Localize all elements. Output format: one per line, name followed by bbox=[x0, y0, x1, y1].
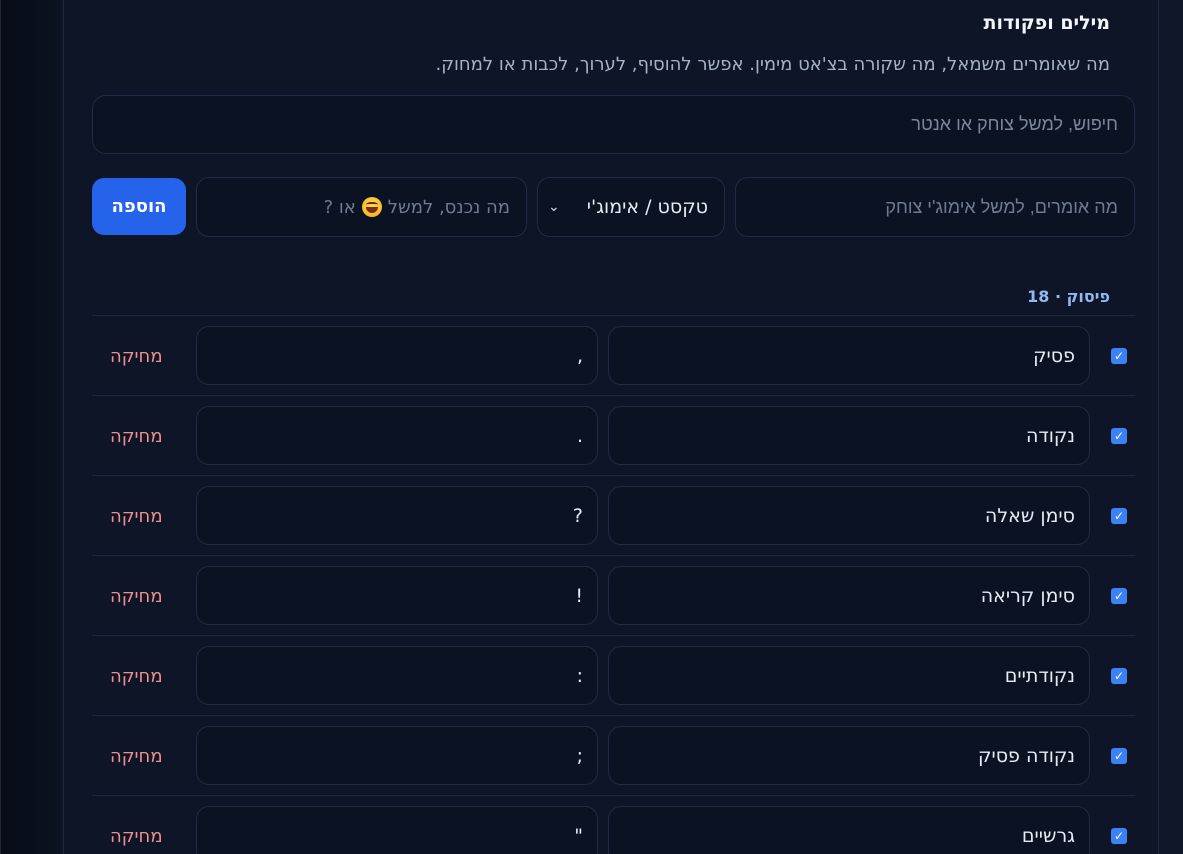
type-select-value: טקסט / אימוג'י bbox=[586, 196, 708, 218]
table-row: ✓ סימן קריאה ! מחיקה bbox=[92, 556, 1135, 636]
entry-value-input[interactable]: . bbox=[196, 406, 598, 465]
laughing-emoji-icon bbox=[361, 197, 382, 217]
right-gutter bbox=[1159, 0, 1183, 854]
section-description: מה שאומרים משמאל, מה שקורה בצ'אט מימין. … bbox=[435, 54, 1111, 75]
add-button[interactable]: הוספה bbox=[92, 178, 186, 235]
entry-name-input[interactable]: נקודה bbox=[608, 406, 1090, 465]
enabled-checkbox[interactable]: ✓ bbox=[1111, 348, 1127, 364]
table-row: ✓ נקודתיים : מחיקה bbox=[92, 636, 1135, 716]
delete-button[interactable]: מחיקה bbox=[110, 426, 163, 447]
words-commands-card: מילים ופקודות מה שאומרים משמאל, מה שקורה… bbox=[63, 0, 1159, 854]
add-entry-form: טקסט / אימוג'י ⌄ מה נכנס, למשל או ? הוספ… bbox=[64, 177, 1160, 237]
delete-button[interactable]: מחיקה bbox=[110, 586, 163, 607]
section-title: מילים ופקודות bbox=[983, 12, 1110, 34]
group-header-punctuation: פיסוק · 18 bbox=[1027, 287, 1110, 306]
insert-input[interactable]: מה נכנס, למשל או ? bbox=[196, 177, 527, 237]
search-input[interactable] bbox=[92, 95, 1135, 154]
delete-button[interactable]: מחיקה bbox=[110, 506, 163, 527]
left-sidebar bbox=[0, 0, 62, 854]
entries-list: ✓ פסיק , מחיקה ✓ נקודה . מחיקה ✓ סימן שא… bbox=[92, 315, 1135, 854]
type-select[interactable]: טקסט / אימוג'י ⌄ bbox=[537, 177, 725, 237]
entry-name-input[interactable]: סימן קריאה bbox=[608, 566, 1090, 625]
table-row: ✓ גרשיים " מחיקה bbox=[92, 796, 1135, 854]
app-shell: מילים ופקודות מה שאומרים משמאל, מה שקורה… bbox=[0, 0, 1183, 854]
entry-value-input[interactable]: ? bbox=[196, 486, 598, 545]
enabled-checkbox[interactable]: ✓ bbox=[1111, 668, 1127, 684]
chevron-down-icon: ⌄ bbox=[548, 199, 560, 215]
entry-name-input[interactable]: נקודתיים bbox=[608, 646, 1090, 705]
entry-value-input[interactable]: ! bbox=[196, 566, 598, 625]
insert-placeholder-before: מה נכנס, למשל bbox=[387, 196, 510, 218]
entry-value-input[interactable]: : bbox=[196, 646, 598, 705]
delete-button[interactable]: מחיקה bbox=[110, 826, 163, 847]
entry-value-input[interactable]: " bbox=[196, 806, 598, 854]
table-row: ✓ נקודה פסיק ; מחיקה bbox=[92, 716, 1135, 796]
enabled-checkbox[interactable]: ✓ bbox=[1111, 428, 1127, 444]
entry-name-input[interactable]: נקודה פסיק bbox=[608, 726, 1090, 785]
table-row: ✓ סימן שאלה ? מחיקה bbox=[92, 476, 1135, 556]
enabled-checkbox[interactable]: ✓ bbox=[1111, 748, 1127, 764]
delete-button[interactable]: מחיקה bbox=[110, 666, 163, 687]
enabled-checkbox[interactable]: ✓ bbox=[1111, 828, 1127, 844]
entry-name-input[interactable]: גרשיים bbox=[608, 806, 1090, 854]
insert-placeholder-after: או ? bbox=[323, 196, 356, 218]
entry-value-input[interactable]: , bbox=[196, 326, 598, 385]
enabled-checkbox[interactable]: ✓ bbox=[1111, 588, 1127, 604]
entry-value-input[interactable]: ; bbox=[196, 726, 598, 785]
enabled-checkbox[interactable]: ✓ bbox=[1111, 508, 1127, 524]
delete-button[interactable]: מחיקה bbox=[110, 346, 163, 367]
entry-name-input[interactable]: פסיק bbox=[608, 326, 1090, 385]
table-row: ✓ פסיק , מחיקה bbox=[92, 316, 1135, 396]
entry-name-input[interactable]: סימן שאלה bbox=[608, 486, 1090, 545]
say-input[interactable] bbox=[735, 177, 1135, 237]
table-row: ✓ נקודה . מחיקה bbox=[92, 396, 1135, 476]
delete-button[interactable]: מחיקה bbox=[110, 746, 163, 767]
